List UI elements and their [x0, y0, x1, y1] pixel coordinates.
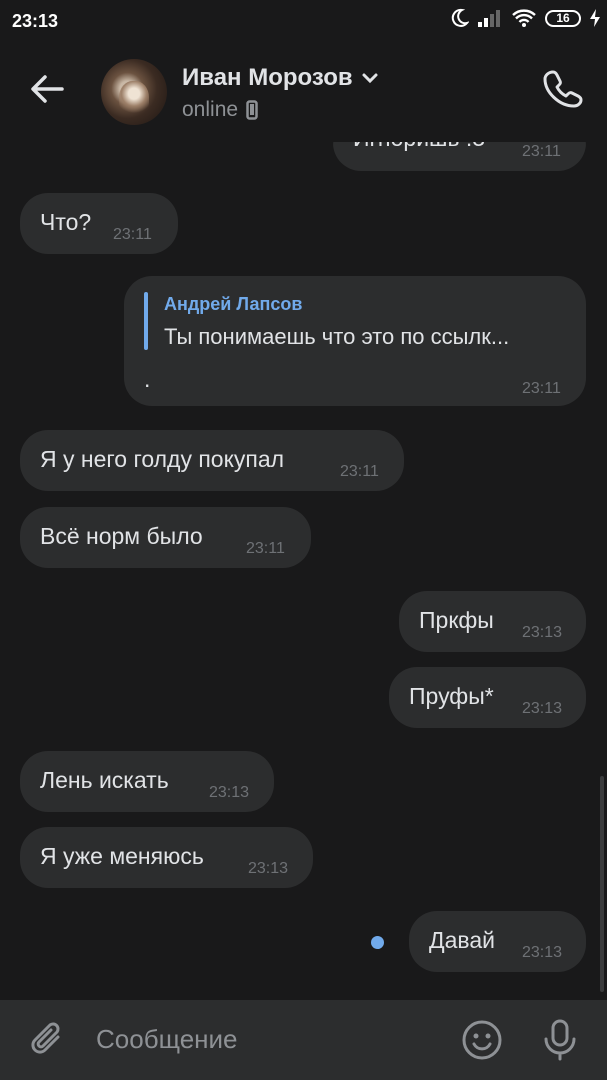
message-time: 23:13: [248, 860, 289, 877]
message-time: 23:13: [522, 624, 563, 641]
status-time: 23:13: [12, 11, 59, 31]
message-input[interactable]: Сообщение: [96, 1024, 238, 1055]
message-text: Пруфы*: [409, 683, 494, 709]
contact-name[interactable]: Иван Морозов: [182, 64, 379, 92]
message-time: 23:11: [340, 463, 379, 480]
contact-name-label: Иван Морозов: [182, 64, 353, 91]
scrollbar[interactable]: [600, 776, 604, 992]
signal-icon: [478, 10, 500, 27]
status-bar: 23:13 16: [0, 0, 607, 42]
paperclip-icon[interactable]: [28, 1020, 68, 1060]
message-time: 23:13: [522, 944, 563, 961]
chevron-down-icon: [362, 73, 378, 84]
battery-indicator: 16: [545, 9, 581, 27]
message-time: 23:13: [522, 700, 563, 717]
reply-text[interactable]: Ты понимаешь что это по ссылк...: [164, 324, 509, 350]
message-bubble-incoming[interactable]: Я у него голду покупал 23:11: [20, 430, 404, 491]
message-bubble-outgoing[interactable]: Давай 23:13: [409, 911, 586, 972]
message-text: Лень искать: [40, 767, 169, 793]
mobile-device-icon: [246, 100, 258, 120]
message-bubble-reply-outgoing[interactable]: Андрей Лапсов Ты понимаешь что это по сс…: [124, 276, 586, 406]
message-text: .: [144, 366, 151, 392]
reply-author[interactable]: Андрей Лапсов: [164, 294, 302, 315]
message-time: 23:11: [522, 143, 561, 160]
message-bubble-outgoing[interactable]: Пркфы 23:13: [399, 591, 586, 652]
message-time: 23:13: [209, 784, 250, 801]
message-time: 23:11: [522, 380, 561, 397]
message-bubble-incoming[interactable]: Что? 23:11: [20, 193, 178, 254]
message-bubble-incoming[interactable]: Я уже меняюсь 23:13: [20, 827, 313, 888]
message-text: Что?: [40, 209, 92, 235]
chat-header: Иван Морозов online: [0, 42, 607, 142]
charging-icon: [590, 9, 600, 27]
message-time: 23:11: [246, 540, 285, 557]
wifi-icon: [512, 9, 536, 27]
phone-icon[interactable]: [543, 68, 583, 108]
message-bubble-outgoing[interactable]: Пруфы* 23:13: [389, 667, 586, 728]
message-bubble-incoming[interactable]: Лень искать 23:13: [20, 751, 274, 812]
message-bubble-incoming[interactable]: Всё норм было 23:11: [20, 507, 311, 568]
status-icons: 16: [449, 8, 601, 28]
message-text: Всё норм было: [40, 523, 203, 549]
message-text: Пркфы: [419, 607, 494, 633]
message-time: 23:11: [113, 226, 152, 243]
moon-icon: [451, 8, 469, 27]
status-label: online: [182, 98, 239, 121]
microphone-icon[interactable]: [540, 1018, 580, 1062]
smile-icon[interactable]: [460, 1018, 504, 1062]
message-text: Я у него голду покупал: [40, 446, 285, 472]
back-arrow-icon[interactable]: [28, 70, 66, 108]
contact-status: online: [182, 98, 258, 122]
unread-indicator: [371, 936, 384, 949]
avatar[interactable]: [101, 59, 167, 125]
reply-quote-bar: [144, 292, 148, 350]
message-text: Я уже меняюсь: [40, 843, 204, 869]
message-text: Давай: [429, 927, 495, 953]
message-composer: Сообщение: [0, 1000, 607, 1080]
